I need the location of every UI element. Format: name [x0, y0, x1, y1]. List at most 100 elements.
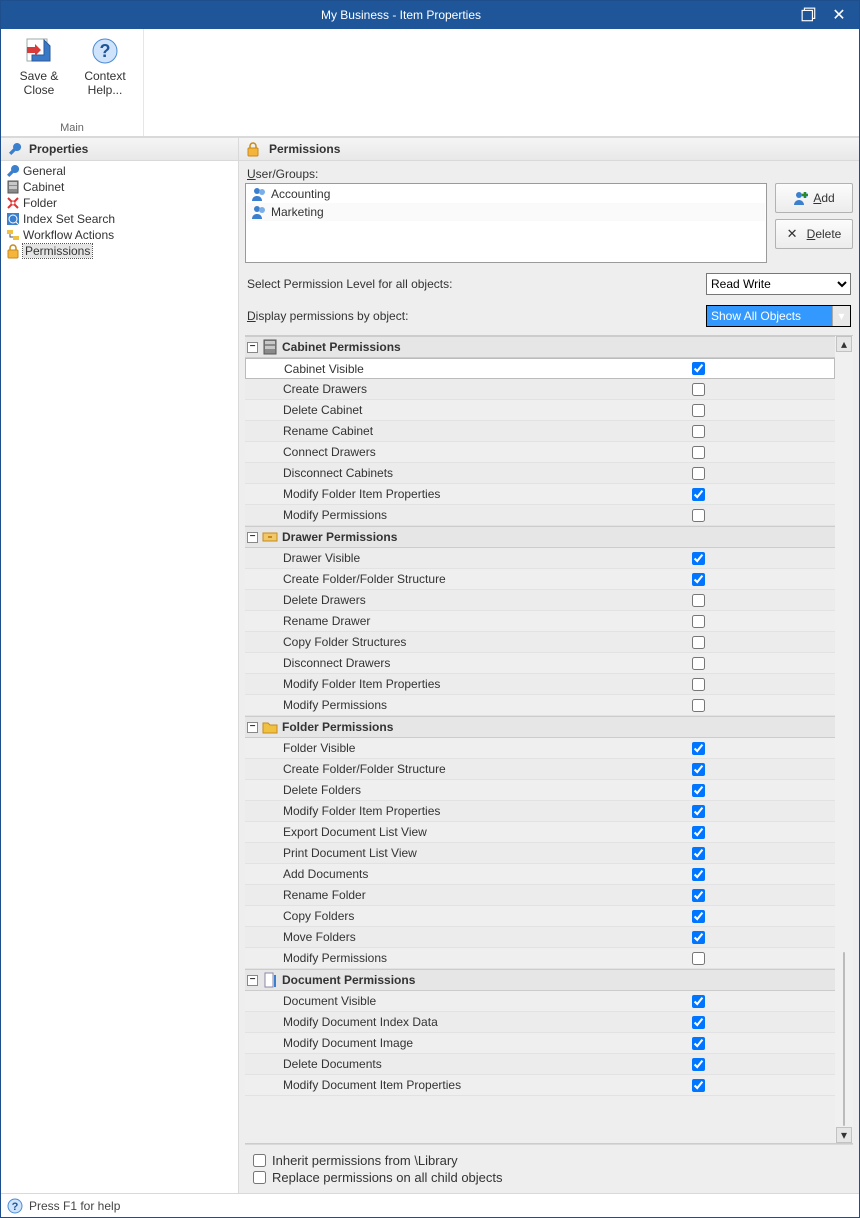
user-group-item[interactable]: Accounting [247, 185, 765, 203]
permission-row: Create Folder/Folder Structure [245, 759, 835, 780]
delete-button[interactable]: ✕ Delete [775, 219, 853, 249]
group-icon [262, 972, 278, 988]
permission-checkbox[interactable] [692, 847, 705, 860]
permission-checkbox[interactable] [692, 1058, 705, 1071]
nav-icon [5, 163, 21, 179]
context-help-label: Context Help... [79, 69, 131, 98]
permission-checkbox[interactable] [692, 636, 705, 649]
user-group-item[interactable]: Marketing [247, 203, 765, 221]
permission-label: Create Folder/Folder Structure [245, 572, 561, 586]
sidebar-item-workflow-actions[interactable]: Workflow Actions [1, 227, 238, 243]
permission-label: Document Visible [245, 994, 561, 1008]
permission-label: Rename Drawer [245, 614, 561, 628]
add-button[interactable]: Add [775, 183, 853, 213]
scroll-thumb[interactable] [843, 952, 845, 1126]
sidebar-title: Properties [29, 142, 88, 156]
vertical-scrollbar[interactable]: ▴ ▾ [835, 336, 853, 1143]
permission-checkbox[interactable] [692, 699, 705, 712]
permission-checkbox[interactable] [692, 467, 705, 480]
permission-checkbox[interactable] [692, 1016, 705, 1029]
permission-row: Move Folders [245, 927, 835, 948]
collapse-icon[interactable]: − [247, 532, 258, 543]
permission-label: Create Drawers [245, 382, 561, 396]
replace-checkbox-row[interactable]: Replace permissions on all child objects [253, 1170, 845, 1185]
lock-icon [245, 141, 261, 157]
permission-label: Copy Folder Structures [245, 635, 561, 649]
permission-checkbox[interactable] [692, 910, 705, 923]
permission-checkbox[interactable] [692, 1079, 705, 1092]
permission-row: Print Document List View [245, 843, 835, 864]
permission-checkbox[interactable] [692, 868, 705, 881]
permission-checkbox[interactable] [692, 763, 705, 776]
window-title: My Business - Item Properties [1, 8, 801, 22]
permission-checkbox[interactable] [692, 1037, 705, 1050]
permission-row: Disconnect Cabinets [245, 463, 835, 484]
permission-label: Cabinet Visible [246, 362, 562, 376]
permission-checkbox[interactable] [692, 952, 705, 965]
permission-checkbox[interactable] [692, 404, 705, 417]
user-groups-list[interactable]: Accounting Marketing [245, 183, 767, 263]
group-header[interactable]: −Cabinet Permissions [245, 336, 835, 358]
permission-label: Export Document List View [245, 825, 561, 839]
restore-icon[interactable] [801, 7, 817, 23]
permission-label: Rename Cabinet [245, 424, 561, 438]
permission-row: Folder Visible [245, 738, 835, 759]
sidebar-item-cabinet[interactable]: Cabinet [1, 179, 238, 195]
permission-row: Create Folder/Folder Structure [245, 569, 835, 590]
permission-checkbox[interactable] [692, 805, 705, 818]
collapse-icon[interactable]: − [247, 722, 258, 733]
permission-row: Rename Cabinet [245, 421, 835, 442]
sidebar: Properties GeneralCabinetFolderIndex Set… [1, 138, 239, 1193]
permission-checkbox[interactable] [692, 784, 705, 797]
permission-checkbox[interactable] [692, 931, 705, 944]
title-bar: My Business - Item Properties ✕ [1, 1, 859, 29]
permission-checkbox[interactable] [692, 678, 705, 691]
display-by-select[interactable]: Show All Objects ▾ [706, 305, 851, 327]
permission-checkbox[interactable] [692, 657, 705, 670]
permission-checkbox[interactable] [692, 594, 705, 607]
user-name: Accounting [271, 187, 330, 201]
permission-checkbox[interactable] [692, 995, 705, 1008]
replace-checkbox[interactable] [253, 1171, 266, 1184]
group-header[interactable]: −Document Permissions [245, 969, 835, 991]
permission-checkbox[interactable] [692, 615, 705, 628]
permission-checkbox[interactable] [692, 488, 705, 501]
sidebar-item-permissions[interactable]: Permissions [1, 243, 238, 259]
save-close-button[interactable]: Save & Close [9, 33, 69, 100]
group-header[interactable]: − Drawer Permissions [245, 526, 835, 548]
ribbon: Save & Close ? Context Help... Main [1, 29, 859, 137]
sidebar-item-folder[interactable]: Folder [1, 195, 238, 211]
context-help-button[interactable]: ? Context Help... [75, 33, 135, 100]
permission-checkbox[interactable] [692, 573, 705, 586]
permission-label: Modify Folder Item Properties [245, 804, 561, 818]
permission-label: Modify Folder Item Properties [245, 487, 561, 501]
close-icon[interactable]: ✕ [831, 7, 847, 23]
permission-row: Connect Drawers [245, 442, 835, 463]
permission-checkbox[interactable] [692, 383, 705, 396]
permission-checkbox[interactable] [692, 446, 705, 459]
group-header[interactable]: −Folder Permissions [245, 716, 835, 738]
sidebar-item-general[interactable]: General [1, 163, 238, 179]
collapse-icon[interactable]: − [247, 342, 258, 353]
sidebar-item-index-set-search[interactable]: Index Set Search [1, 211, 238, 227]
permission-checkbox[interactable] [692, 509, 705, 522]
permission-level-select[interactable]: Read Write [706, 273, 851, 295]
permission-row: Delete Drawers [245, 590, 835, 611]
scroll-up-icon[interactable]: ▴ [836, 336, 852, 352]
scroll-down-icon[interactable]: ▾ [836, 1127, 852, 1143]
permission-checkbox[interactable] [692, 826, 705, 839]
permission-row: Delete Folders [245, 780, 835, 801]
collapse-icon[interactable]: − [247, 975, 258, 986]
permissions-table: −Cabinet Permissions Cabinet Visible Creat… [245, 336, 835, 1143]
permission-checkbox[interactable] [692, 552, 705, 565]
permission-label: Delete Drawers [245, 593, 561, 607]
inherit-checkbox-row[interactable]: Inherit permissions from \Library [253, 1153, 845, 1168]
permission-checkbox[interactable] [692, 742, 705, 755]
inherit-checkbox[interactable] [253, 1154, 266, 1167]
permission-checkbox[interactable] [692, 425, 705, 438]
permission-label: Move Folders [245, 930, 561, 944]
permission-checkbox[interactable] [692, 889, 705, 902]
permission-row: Create Drawers [245, 379, 835, 400]
permission-checkbox[interactable] [692, 362, 705, 375]
group-title: Drawer Permissions [282, 530, 397, 544]
